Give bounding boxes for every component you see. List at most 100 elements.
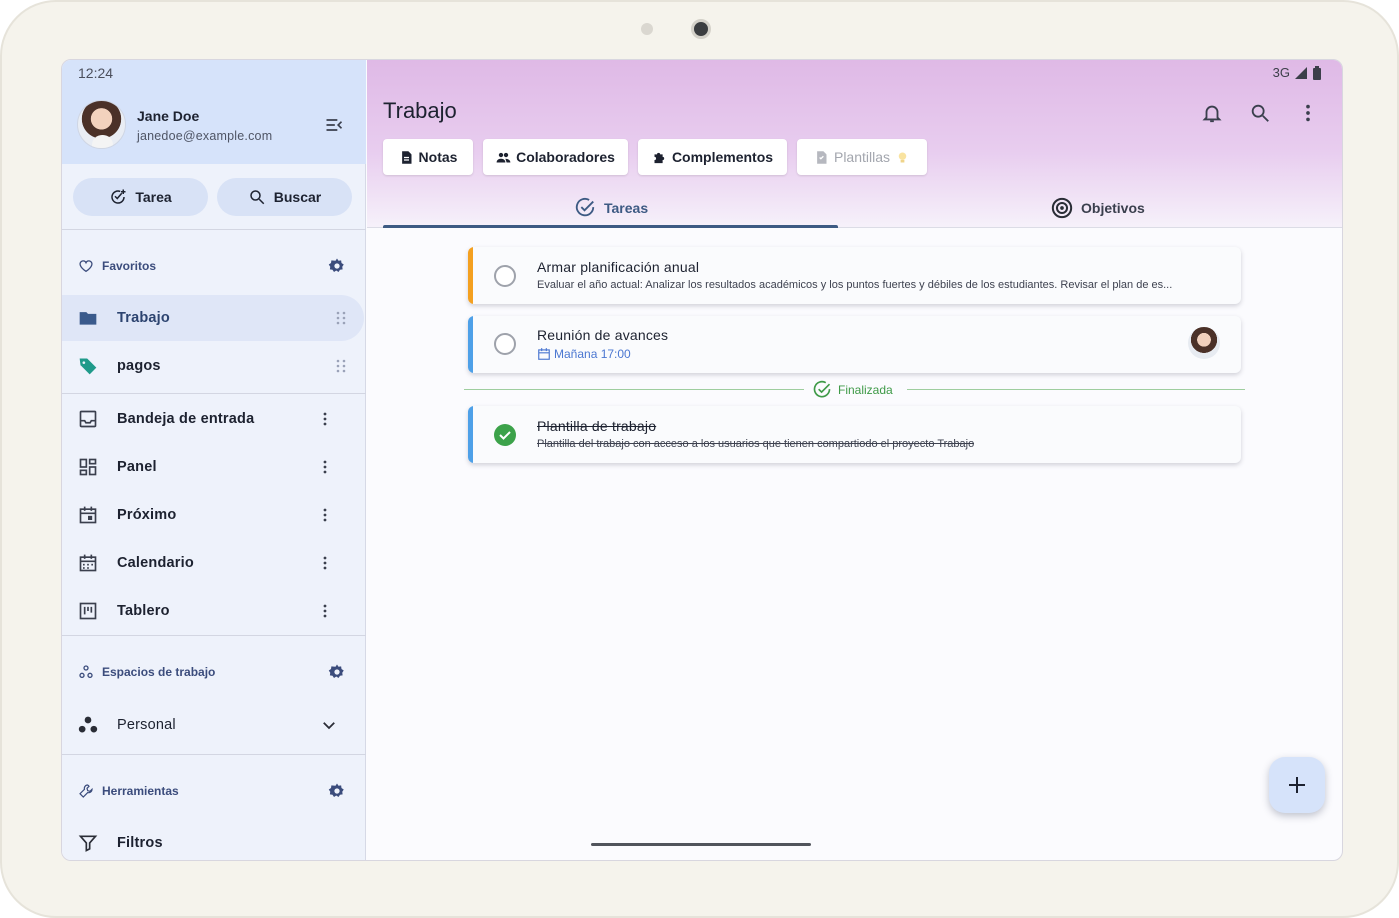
user-name: Jane Doe: [137, 108, 200, 124]
search-icon: [250, 190, 265, 205]
task-card[interactable]: Armar planificación anual Evaluar el año…: [468, 247, 1241, 304]
workspace-icon: [78, 716, 98, 733]
workspace-personal[interactable]: Personal: [62, 702, 364, 748]
add-task-label: Tarea: [135, 189, 172, 205]
board-icon: [79, 602, 97, 620]
divider: [62, 754, 366, 755]
search-button[interactable]: Buscar: [217, 178, 352, 216]
sidebar-item-inbox[interactable]: Bandeja de entrada: [62, 396, 364, 442]
task-description: Plantilla del trabajo con acceso a los u…: [537, 438, 975, 450]
tablet-frame: 12:24 Jane Doe janedoe@example.com Tarea…: [0, 0, 1399, 918]
battery-icon: [1313, 65, 1321, 80]
app-bar-actions: [1201, 102, 1319, 124]
calendar-icon: [79, 554, 97, 572]
sidebar-item-trabajo[interactable]: Trabajo: [62, 295, 364, 341]
tab-tasks-label: Tareas: [604, 200, 649, 216]
favorites-header: Favoritos: [78, 255, 156, 277]
tab-indicator: [383, 225, 838, 228]
workspaces-settings-icon[interactable]: [328, 663, 346, 681]
sidebar-item-label: Panel: [117, 459, 157, 475]
tab-tasks[interactable]: Tareas: [574, 191, 648, 225]
more-options-icon[interactable]: [317, 459, 333, 475]
main-content: 3G Trabajo Notas Colaboradores Complemen…: [367, 60, 1342, 860]
check-icon: [499, 431, 511, 440]
sidebar-item-board[interactable]: Tablero: [62, 588, 364, 634]
lightbulb-icon: [898, 152, 907, 162]
templates-label: Plantillas: [833, 149, 891, 165]
filter-icon: [78, 835, 98, 852]
calendar-clock-icon: [538, 348, 550, 360]
task-card[interactable]: Reunión de avances Mañana 17:00: [468, 316, 1241, 373]
plugins-chip[interactable]: Complementos: [638, 139, 787, 175]
template-icon: [817, 150, 827, 164]
finished-separator: Finalizada: [464, 380, 1245, 400]
sidebar-header: 12:24 Jane Doe janedoe@example.com: [62, 60, 366, 164]
inbox-icon: [79, 410, 97, 428]
status-bar: 3G: [1273, 65, 1322, 80]
page-title: Trabajo: [383, 98, 457, 123]
sidebar-item-label: Tablero: [117, 603, 170, 619]
search-label: Buscar: [273, 189, 322, 205]
more-options-icon[interactable]: [317, 507, 333, 523]
status-time: 12:24: [78, 65, 114, 81]
target-icon: [1051, 197, 1073, 219]
task-accent-bar: [468, 247, 473, 304]
wrench-icon: [79, 784, 93, 798]
task-card[interactable]: Plantilla de trabajo Plantilla del traba…: [468, 406, 1241, 463]
drag-handle-icon[interactable]: [333, 358, 349, 374]
task-checkbox[interactable]: [494, 265, 516, 287]
front-camera: [691, 19, 711, 39]
plugins-label: Complementos: [671, 149, 774, 165]
finished-label: Finalizada: [812, 380, 893, 400]
task-checkbox-checked[interactable]: [494, 424, 516, 446]
sidebar: 12:24 Jane Doe janedoe@example.com Tarea…: [62, 60, 366, 860]
divider: [62, 635, 366, 636]
drag-handle-icon[interactable]: [333, 310, 349, 326]
notes-chip[interactable]: Notas: [383, 139, 473, 175]
task-title: Armar planificación anual: [537, 259, 700, 275]
add-task-icon: [111, 189, 126, 204]
note-icon: [401, 150, 412, 164]
more-options-icon[interactable]: [317, 555, 333, 571]
collaborators-label: Colaboradores: [516, 149, 615, 165]
divider: [62, 393, 366, 394]
add-task-fab[interactable]: [1269, 757, 1325, 813]
task-title: Reunión de avances: [537, 327, 669, 343]
search-icon[interactable]: [1249, 102, 1271, 124]
task-due-label: Mañana 17:00: [554, 347, 631, 361]
calendar-event-icon: [79, 506, 97, 524]
people-icon: [496, 152, 511, 162]
assignee-avatar[interactable]: [1188, 327, 1220, 359]
sensor-dot: [641, 23, 653, 35]
collaborators-chip[interactable]: Colaboradores: [483, 139, 628, 175]
dashboard-icon: [79, 458, 97, 476]
tool-filters[interactable]: Filtros: [62, 820, 364, 860]
more-options-icon[interactable]: [317, 411, 333, 427]
collapse-menu-icon[interactable]: [324, 115, 344, 135]
plus-icon: [1289, 777, 1305, 793]
tab-goals[interactable]: Objetivos: [1051, 191, 1145, 225]
bell-icon[interactable]: [1201, 102, 1223, 124]
templates-chip[interactable]: Plantillas: [797, 139, 927, 175]
sidebar-item-calendar[interactable]: Calendario: [62, 540, 364, 586]
separator-line: [464, 389, 804, 390]
tools-settings-icon[interactable]: [328, 782, 346, 800]
task-check-icon: [575, 197, 595, 217]
sidebar-item-pagos[interactable]: pagos: [62, 343, 364, 389]
tools-title: Herramientas: [102, 784, 179, 798]
chevron-down-icon[interactable]: [320, 716, 338, 734]
task-checkbox[interactable]: [494, 333, 516, 355]
divider: [62, 229, 366, 230]
tag-icon: [79, 358, 97, 375]
more-vert-icon[interactable]: [1297, 102, 1319, 124]
task-due-date: Mañana 17:00: [537, 347, 631, 361]
puzzle-icon: [654, 152, 665, 163]
task-title: Plantilla de trabajo: [537, 418, 657, 434]
sidebar-item-panel[interactable]: Panel: [62, 444, 364, 490]
sidebar-item-upcoming[interactable]: Próximo: [62, 492, 364, 538]
user-avatar[interactable]: [77, 100, 126, 149]
favorites-settings-icon[interactable]: [328, 257, 346, 275]
add-task-button[interactable]: Tarea: [73, 178, 208, 216]
more-options-icon[interactable]: [317, 603, 333, 619]
finished-text: Finalizada: [838, 383, 893, 397]
